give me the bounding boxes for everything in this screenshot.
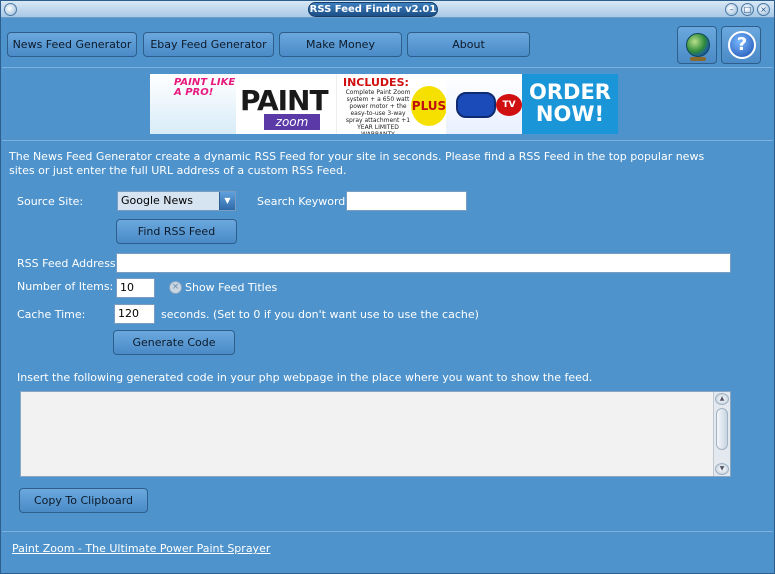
globe-button[interactable] (677, 26, 717, 64)
minimize-icon[interactable]: – (725, 3, 738, 16)
scroll-thumb[interactable] (716, 408, 728, 450)
maximize-icon[interactable]: □ (741, 3, 754, 16)
search-keyword-input[interactable] (346, 191, 467, 211)
rss-feed-address-label: RSS Feed Address: (17, 257, 120, 270)
banner-plus-badge: PLUS $25 (411, 86, 447, 126)
sprayer-image (456, 92, 496, 118)
search-keyword-label: Search Keyword: (257, 195, 349, 208)
ad-banner[interactable]: PAINT LIKE A PRO! PAINT zoom INCLUDES: C… (150, 74, 618, 134)
vertical-scrollbar[interactable]: ▲ ▼ (713, 392, 730, 476)
generated-code-textarea[interactable]: ▲ ▼ (20, 391, 731, 477)
banner-product-panel: TV (446, 74, 522, 134)
tab-ebay-feed-generator[interactable]: Ebay Feed Generator (143, 32, 274, 57)
tab-news-feed-generator[interactable]: News Feed Generator (7, 32, 137, 57)
tab-make-money[interactable]: Make Money (279, 32, 402, 57)
divider (2, 140, 773, 141)
number-of-items-input[interactable]: 10 (116, 278, 155, 298)
banner-brand-panel: PAINT zoom (236, 74, 336, 134)
generate-code-button[interactable]: Generate Code (113, 330, 235, 355)
description-text: The News Feed Generator create a dynamic… (9, 150, 705, 177)
find-rss-feed-button[interactable]: Find RSS Feed (116, 219, 237, 244)
title-bar: RSS Feed Finder v2.01 – □ × (1, 1, 774, 18)
divider (2, 67, 773, 68)
banner-brand: PAINT (240, 84, 329, 117)
banner-tagline-panel: PAINT LIKE A PRO! (150, 74, 236, 134)
tab-about[interactable]: About (407, 32, 530, 57)
banner-brand-sub: zoom (264, 114, 320, 130)
source-site-select[interactable]: Google News ▼ (117, 191, 236, 211)
show-feed-titles-checkbox[interactable]: × (169, 281, 182, 294)
show-feed-titles-label[interactable]: Show Feed Titles (185, 281, 277, 294)
rss-feed-address-input[interactable] (116, 253, 731, 273)
banner-includes-title: INCLUDES: (343, 76, 409, 89)
divider (2, 531, 773, 532)
footer-link[interactable]: Paint Zoom - The Ultimate Power Paint Sp… (12, 542, 270, 555)
scroll-down-icon[interactable]: ▼ (715, 463, 729, 475)
chevron-down-icon[interactable]: ▼ (219, 192, 235, 210)
close-icon[interactable]: × (757, 3, 770, 16)
banner-tagline: PAINT LIKE A PRO! (174, 77, 236, 98)
source-site-label: Source Site: (17, 195, 84, 208)
cache-time-label: Cache Time: (17, 308, 86, 321)
banner-includes-panel: INCLUDES: Complete Paint Zoom system + a… (336, 74, 447, 134)
globe-stand (690, 57, 706, 61)
system-menu-icon[interactable] (4, 3, 17, 16)
copy-to-clipboard-button[interactable]: Copy To Clipboard (19, 488, 148, 513)
banner-includes-text: Complete Paint Zoom system + a 650 watt … (345, 89, 411, 134)
source-site-value: Google News (118, 192, 219, 210)
help-button[interactable]: ? (721, 26, 761, 64)
window-title: RSS Feed Finder v2.01 (308, 2, 438, 17)
number-of-items-label: Number of Items: (17, 280, 114, 293)
output-instruction: Insert the following generated code in y… (17, 371, 593, 384)
help-icon: ? (728, 31, 756, 59)
banner-cta: ORDER NOW! (522, 74, 618, 134)
cache-time-hint: seconds. (Set to 0 if you don't want use… (161, 308, 479, 321)
banner-tv-badge: TV (496, 94, 522, 116)
globe-icon (686, 33, 710, 57)
app-window: RSS Feed Finder v2.01 – □ × News Feed Ge… (0, 0, 775, 574)
cache-time-input[interactable]: 120 (114, 304, 155, 324)
scroll-up-icon[interactable]: ▲ (715, 393, 729, 405)
